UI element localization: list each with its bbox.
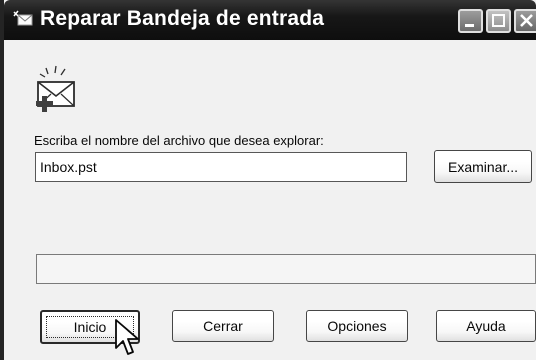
maximize-button[interactable] bbox=[486, 9, 511, 33]
options-button[interactable]: Opciones bbox=[306, 310, 408, 342]
file-path-input[interactable] bbox=[35, 152, 407, 182]
window-title: Reparar Bandeja de entrada bbox=[40, 7, 325, 30]
browse-button[interactable]: Examinar... bbox=[434, 150, 532, 183]
help-button[interactable]: Ayuda bbox=[436, 310, 536, 342]
close-button[interactable]: Cerrar bbox=[172, 310, 274, 342]
repair-dialog: Reparar Bandeja de entrada Escriba el no… bbox=[0, 0, 536, 360]
inbox-repair-icon bbox=[12, 10, 34, 28]
mouse-pointer-icon bbox=[114, 318, 140, 358]
minimize-button[interactable] bbox=[458, 9, 483, 33]
file-prompt-label: Escriba el nombre del archivo que desea … bbox=[34, 133, 324, 148]
progress-bar bbox=[36, 254, 536, 284]
close-window-button[interactable] bbox=[514, 9, 536, 33]
envelope-repair-icon bbox=[34, 64, 80, 114]
title-bar[interactable]: Reparar Bandeja de entrada bbox=[4, 0, 536, 40]
